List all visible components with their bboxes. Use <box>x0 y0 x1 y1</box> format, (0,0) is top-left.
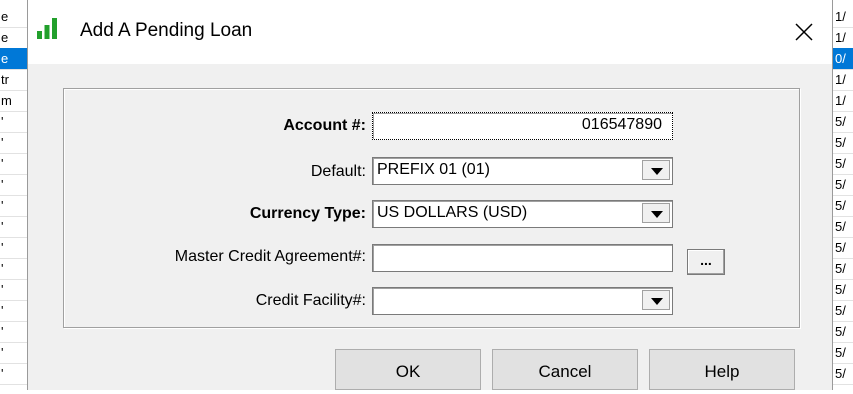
background-list-row: tr <box>0 69 27 91</box>
background-list-row: 1/ <box>833 27 853 49</box>
account-number-input[interactable]: 016547890 <box>372 112 673 140</box>
background-window-left: e e e tr m ' ' ' ' ' ' ' ' ' ' ' ' ' <box>0 0 27 390</box>
background-list-row: 1/ <box>833 90 853 112</box>
background-list-row: 5/ <box>833 111 853 133</box>
chevron-down-icon[interactable] <box>642 290 670 310</box>
ok-button[interactable]: OK <box>335 349 481 390</box>
background-list-row: 5/ <box>833 132 853 154</box>
currency-type-label: Currency Type: <box>249 205 366 222</box>
background-list-row: ' <box>0 216 27 238</box>
background-list-row: 5/ <box>833 342 853 364</box>
background-list-row: ' <box>0 153 27 175</box>
chevron-down-icon[interactable] <box>642 160 670 180</box>
background-list-row: ' <box>0 300 27 322</box>
cancel-button[interactable]: Cancel <box>492 349 638 390</box>
background-list-row: ' <box>0 363 27 385</box>
title-bar: Add A Pending Loan <box>28 0 832 64</box>
default-select[interactable]: PREFIX 01 (01) <box>372 157 673 185</box>
background-list-row: ' <box>0 111 27 133</box>
credit-facility-select[interactable] <box>372 287 673 315</box>
dialog-title: Add A Pending Loan <box>80 20 253 41</box>
background-list-row: 5/ <box>833 153 853 175</box>
browse-master-credit-button[interactable]: ... <box>687 249 725 275</box>
background-list-row: 1/ <box>833 6 853 28</box>
credit-facility-label: Credit Facility#: <box>255 292 366 309</box>
chevron-down-icon[interactable] <box>642 203 670 223</box>
master-credit-agreement-value <box>373 248 377 265</box>
background-list-row: e <box>0 27 27 49</box>
background-list-row: ' <box>0 321 27 343</box>
background-list-row: m <box>0 90 27 112</box>
credit-facility-value <box>373 291 377 308</box>
add-pending-loan-dialog: Add A Pending Loan Account #: 016547890 … <box>27 0 833 390</box>
background-list-row: 5/ <box>833 258 853 280</box>
background-list-row: ' <box>0 258 27 280</box>
background-list-row: 0/ <box>833 48 853 70</box>
account-number-label: Account #: <box>283 117 366 134</box>
background-list-row: 5/ <box>833 321 853 343</box>
background-list-row: 5/ <box>833 174 853 196</box>
close-button[interactable] <box>784 12 824 52</box>
background-list-row: ' <box>0 279 27 301</box>
background-list-row: e <box>0 6 27 28</box>
currency-type-value: US DOLLARS (USD) <box>377 204 528 221</box>
background-list-row: 5/ <box>833 237 853 259</box>
background-list-row: ' <box>0 237 27 259</box>
help-button[interactable]: Help <box>649 349 795 390</box>
default-label: Default: <box>310 163 366 180</box>
master-credit-agreement-label: Master Credit Agreement#: <box>174 248 366 265</box>
bar-chart-app-icon <box>37 18 57 39</box>
background-list-row: ' <box>0 132 27 154</box>
background-window-right: 1/1/0/1/1/5/5/5/5/5/5/5/5/5/5/5/5/5/ <box>833 0 853 390</box>
background-list-row: e <box>0 48 27 70</box>
background-list-row: 5/ <box>833 300 853 322</box>
background-list-row: ' <box>0 342 27 364</box>
background-list-row: ' <box>0 195 27 217</box>
account-number-value: 016547890 <box>581 116 662 133</box>
background-list-row: 5/ <box>833 363 853 385</box>
background-list-row: 1/ <box>833 69 853 91</box>
background-list-row: 5/ <box>833 216 853 238</box>
background-list-row: 5/ <box>833 279 853 301</box>
default-value: PREFIX 01 (01) <box>377 161 490 178</box>
currency-type-select[interactable]: US DOLLARS (USD) <box>372 200 673 228</box>
background-list-row: 5/ <box>833 195 853 217</box>
master-credit-agreement-input[interactable] <box>372 244 673 272</box>
close-icon <box>795 23 813 41</box>
background-list-row: ' <box>0 174 27 196</box>
